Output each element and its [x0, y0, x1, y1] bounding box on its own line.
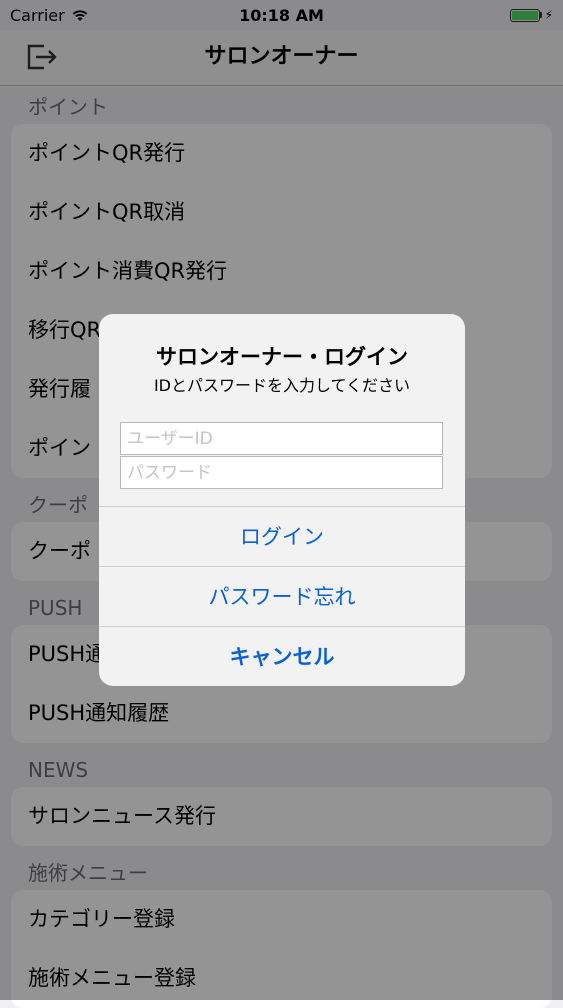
alert-title: サロンオーナー・ログイン — [156, 345, 408, 369]
login-button[interactable]: ログイン — [99, 506, 465, 566]
password-input[interactable] — [120, 456, 443, 489]
user-id-input[interactable] — [120, 422, 443, 455]
alert-message: IDとパスワードを入力してください — [153, 376, 411, 395]
forgot-password-button[interactable]: パスワード忘れ — [99, 566, 465, 626]
cancel-button[interactable]: キャンセル — [99, 626, 465, 686]
login-alert-dialog: サロンオーナー・ログイン IDとパスワードを入力してください ログイン パスワー… — [99, 314, 465, 686]
